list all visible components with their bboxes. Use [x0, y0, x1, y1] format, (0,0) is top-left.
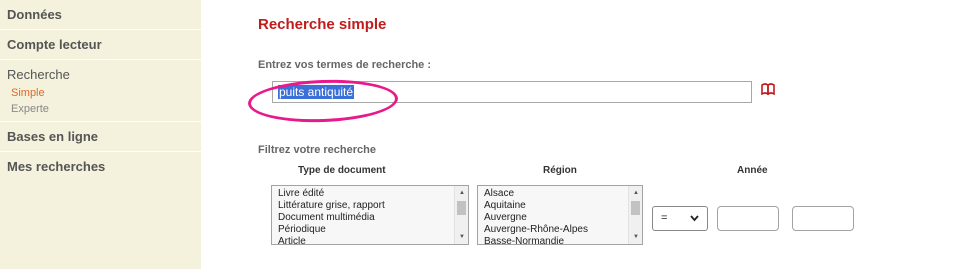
list-item[interactable]: Article — [278, 236, 468, 244]
sidebar-group-bases: Bases en ligne — [0, 122, 201, 152]
type-listbox[interactable]: Livre édité Littérature grise, rapport D… — [271, 185, 469, 245]
list-item[interactable]: Littérature grise, rapport — [278, 200, 468, 212]
year-operator-select[interactable]: = — [652, 206, 708, 231]
list-item[interactable]: Basse-Normandie — [484, 236, 642, 244]
list-item[interactable]: Alsace — [484, 188, 642, 200]
sidebar: Données Compte lecteur Recherche Simple … — [0, 0, 201, 269]
sidebar-item-bases-en-ligne[interactable]: Bases en ligne — [7, 122, 201, 151]
scroll-down-icon[interactable]: ▼ — [459, 234, 465, 240]
type-listbox-scrollbar[interactable]: ▲ ▼ — [454, 186, 468, 244]
region-listbox[interactable]: Alsace Aquitaine Auvergne Auvergne-Rhône… — [477, 185, 643, 245]
list-item[interactable]: Auvergne-Rhône-Alpes — [484, 224, 642, 236]
sidebar-item-recherche[interactable]: Recherche — [7, 60, 201, 82]
scroll-up-icon[interactable]: ▲ — [459, 190, 465, 196]
chevron-down-icon — [690, 207, 699, 239]
list-item[interactable]: Document multimédia — [278, 212, 468, 224]
list-item[interactable]: Auvergne — [484, 212, 642, 224]
year-from-input[interactable] — [717, 206, 779, 231]
column-header-region: Région — [543, 165, 577, 176]
sidebar-group-recherche: Recherche Simple Experte — [0, 60, 201, 122]
search-label: Entrez vos termes de recherche : — [258, 59, 432, 71]
scroll-thumb[interactable] — [631, 201, 640, 215]
page-title: Recherche simple — [258, 16, 387, 33]
list-item[interactable]: Périodique — [278, 224, 468, 236]
sidebar-item-compte-lecteur[interactable]: Compte lecteur — [7, 30, 201, 59]
column-header-year: Année — [737, 165, 768, 176]
sidebar-group-donnees: Données — [0, 0, 201, 30]
sidebar-group-compte: Compte lecteur — [0, 30, 201, 60]
year-to-input[interactable] — [792, 206, 854, 231]
column-header-type: Type de document — [298, 165, 386, 176]
book-icon[interactable] — [761, 82, 775, 100]
sidebar-subitem-experte[interactable]: Experte — [7, 101, 201, 117]
filter-label: Filtrez votre recherche — [258, 144, 376, 156]
sidebar-item-mes-recherches[interactable]: Mes recherches — [7, 152, 201, 181]
scroll-down-icon[interactable]: ▼ — [633, 234, 639, 240]
highlight-annotation — [247, 77, 399, 125]
region-listbox-scrollbar[interactable]: ▲ ▼ — [628, 186, 642, 244]
sidebar-subitem-simple[interactable]: Simple — [7, 85, 201, 101]
list-item[interactable]: Aquitaine — [484, 200, 642, 212]
scroll-thumb[interactable] — [457, 201, 466, 215]
main-content: Recherche simple Entrez vos termes de re… — [201, 0, 960, 269]
sidebar-group-mes-recherches: Mes recherches — [0, 152, 201, 181]
sidebar-item-donnees[interactable]: Données — [7, 0, 201, 29]
year-operator-value: = — [661, 212, 668, 224]
list-item[interactable]: Livre édité — [278, 188, 468, 200]
scroll-up-icon[interactable]: ▲ — [633, 190, 639, 196]
